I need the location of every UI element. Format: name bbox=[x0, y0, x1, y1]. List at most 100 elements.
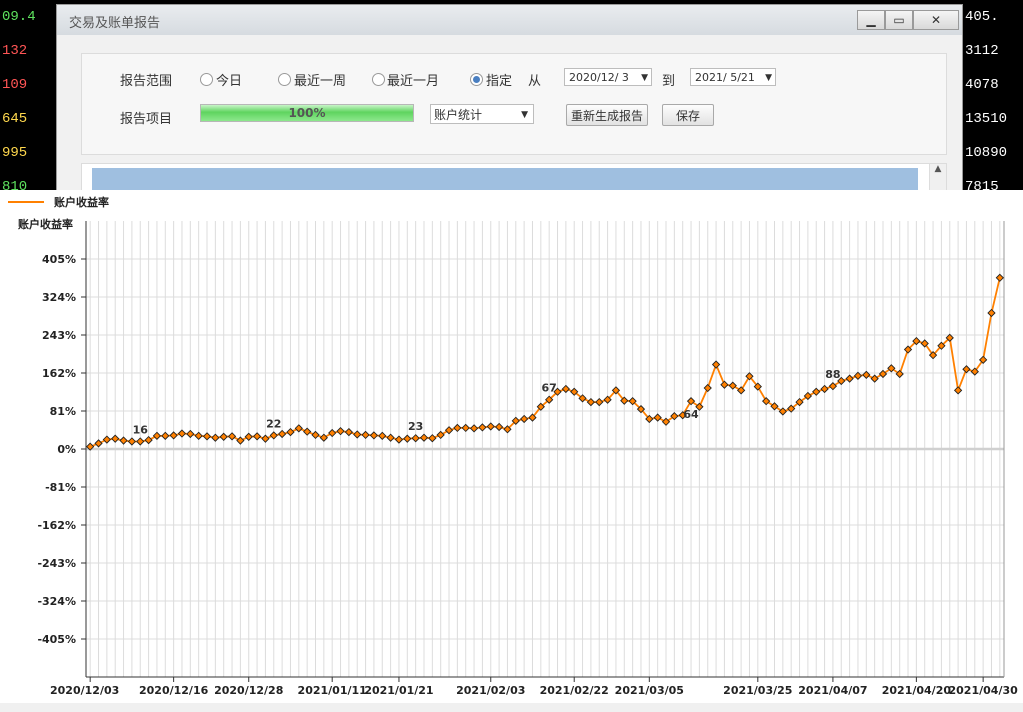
data-annotations: 162223676488212365 bbox=[133, 190, 1020, 436]
data-point bbox=[478, 423, 487, 432]
regenerate-report-button[interactable]: 重新生成报告 bbox=[566, 104, 648, 126]
data-point bbox=[394, 435, 404, 444]
report-items-label: 报告项目 bbox=[120, 112, 173, 127]
data-point bbox=[453, 423, 462, 433]
y-tick-label: 324% bbox=[42, 291, 76, 304]
chart-grid bbox=[86, 221, 1004, 677]
y-tick-label: 243% bbox=[42, 329, 76, 342]
data-point bbox=[186, 429, 195, 439]
x-axis-ticks: 2020/12/03 2020/12/16 2020/12/28 2021/01/11… bbox=[50, 677, 1018, 697]
data-label: 212 bbox=[997, 190, 1020, 193]
x-tick-label: 2021/02/22 bbox=[540, 684, 609, 697]
data-point bbox=[94, 439, 103, 448]
data-point bbox=[361, 430, 370, 440]
x-tick-label: 2020/12/16 bbox=[139, 684, 209, 697]
data-point bbox=[194, 431, 203, 441]
data-point bbox=[653, 413, 662, 422]
ticker-value: 3112 bbox=[965, 43, 999, 59]
maximize-icon[interactable]: ▭ bbox=[885, 10, 913, 30]
radio-custom[interactable] bbox=[470, 73, 483, 86]
ticker-value: 10890 bbox=[965, 145, 1008, 161]
to-label: 到 bbox=[662, 74, 676, 89]
data-point bbox=[161, 431, 170, 441]
radio-week[interactable] bbox=[278, 73, 291, 86]
data-point bbox=[344, 427, 354, 437]
data-point bbox=[419, 433, 429, 442]
y-tick-label: -405% bbox=[37, 633, 76, 646]
data-label: 16 bbox=[133, 423, 149, 436]
ticker-value: 109 bbox=[2, 77, 28, 93]
dropdown-arrow-icon: ▼ bbox=[765, 73, 772, 83]
data-label: 22 bbox=[266, 417, 281, 430]
data-point bbox=[353, 430, 362, 439]
data-point bbox=[378, 431, 387, 441]
report-banner bbox=[92, 168, 918, 192]
save-button[interactable]: 保存 bbox=[662, 104, 714, 126]
y-axis-ticks: 405% 324% 243% 162% 81% 0% -81% -162% -243% -324%… bbox=[37, 253, 86, 646]
data-point bbox=[277, 429, 287, 439]
scrollbar-up-icon[interactable]: ▲ bbox=[929, 164, 946, 192]
y-tick-label: 162% bbox=[42, 367, 76, 380]
data-point bbox=[561, 384, 571, 394]
ticker-value: 645 bbox=[2, 111, 28, 127]
report-dialog: 交易及账单报告 ▁ ▭ ✕ 报告范围 今日 最近一周 最近一月 指定 从 202… bbox=[56, 4, 963, 192]
data-point bbox=[244, 432, 253, 441]
report-item-select[interactable]: 账户统计 ▼ bbox=[430, 104, 534, 124]
ticker-value: 09.4 bbox=[2, 9, 36, 25]
data-point bbox=[962, 365, 971, 374]
radio-today[interactable] bbox=[200, 73, 213, 86]
ticker-value: 4078 bbox=[965, 77, 999, 93]
series-polyline bbox=[89, 277, 1001, 448]
return-rate-chart: 账户收益率 账户收益率 405% 324% 243% 162% 81% 0% -81% -16… bbox=[8, 190, 1020, 697]
data-point bbox=[436, 430, 445, 440]
data-point bbox=[286, 427, 295, 437]
x-tick-label: 2021/04/20 bbox=[882, 684, 952, 697]
data-point bbox=[111, 434, 120, 443]
data-point bbox=[812, 387, 821, 396]
chart-legend: 账户收益率 bbox=[8, 195, 109, 209]
radio-month[interactable] bbox=[372, 73, 385, 86]
data-point bbox=[211, 433, 220, 442]
data-point bbox=[703, 383, 712, 393]
data-point bbox=[294, 424, 303, 433]
radio-month-label[interactable]: 最近一月 bbox=[387, 70, 439, 89]
y-tick-label: -324% bbox=[37, 595, 76, 608]
dialog-title: 交易及账单报告 bbox=[69, 16, 161, 31]
progress-bar: 100% bbox=[200, 104, 414, 122]
data-point bbox=[428, 434, 437, 443]
radio-custom-label[interactable]: 指定 bbox=[486, 70, 512, 89]
data-label: 23 bbox=[408, 420, 423, 433]
x-tick-label: 2021/03/05 bbox=[615, 684, 684, 697]
y-tick-label: 0% bbox=[57, 443, 76, 456]
data-point bbox=[586, 397, 596, 407]
y-tick-label: 405% bbox=[42, 253, 76, 266]
data-point bbox=[136, 437, 145, 446]
close-icon[interactable]: ✕ bbox=[913, 10, 959, 30]
data-label: 67 bbox=[542, 382, 557, 395]
data-point bbox=[102, 435, 112, 444]
to-date-picker[interactable]: 2021/ 5/21 ▼ bbox=[690, 68, 776, 86]
data-point bbox=[486, 422, 495, 431]
x-tick-label: 2021/03/25 bbox=[723, 684, 792, 697]
data-point bbox=[144, 435, 153, 445]
data-point bbox=[219, 432, 228, 441]
radio-today-label[interactable]: 今日 bbox=[216, 70, 242, 89]
x-tick-label: 2021/01/21 bbox=[364, 684, 433, 697]
minimize-icon[interactable]: ▁ bbox=[857, 10, 885, 30]
to-date-value: 2021/ 5/21 bbox=[695, 71, 755, 84]
data-point bbox=[269, 431, 278, 440]
data-point bbox=[987, 308, 996, 318]
data-point bbox=[595, 397, 604, 407]
from-date-picker[interactable]: 2020/12/ 3 ▼ bbox=[564, 68, 652, 86]
data-point bbox=[127, 437, 137, 446]
data-point bbox=[845, 374, 854, 383]
report-item-select-value: 账户统计 bbox=[434, 108, 483, 122]
data-point bbox=[461, 423, 470, 433]
report-range-label: 报告范围 bbox=[120, 74, 173, 89]
data-point bbox=[177, 429, 187, 438]
data-point bbox=[820, 384, 829, 394]
ticker-value: 405. bbox=[965, 9, 999, 25]
underlying-window-strip bbox=[0, 703, 1023, 712]
radio-week-label[interactable]: 最近一周 bbox=[294, 70, 346, 89]
progress-text: 100% bbox=[288, 106, 326, 120]
